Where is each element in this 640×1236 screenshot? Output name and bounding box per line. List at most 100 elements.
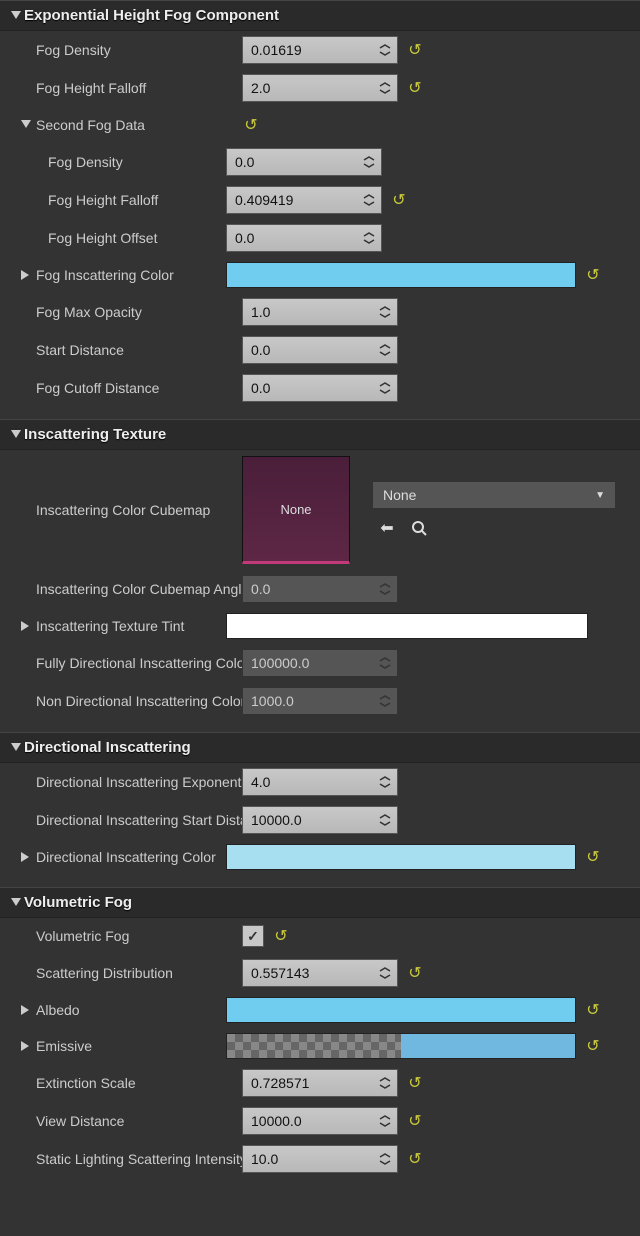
- fog-density-input[interactable]: 0.01619: [242, 36, 398, 64]
- reset-icon[interactable]: ↺: [272, 926, 290, 946]
- row-view-distance: View Distance 10000.0 ↺: [0, 1102, 640, 1140]
- browse-icon[interactable]: [408, 517, 430, 539]
- spinner-icon[interactable]: [361, 225, 377, 251]
- row-second-fog-data[interactable]: Second Fog Data ↺: [0, 107, 640, 143]
- second-fog-falloff-input[interactable]: 0.409419: [226, 186, 382, 214]
- expand-icon[interactable]: [20, 621, 32, 631]
- emissive-swatch[interactable]: [226, 1033, 576, 1059]
- row-non-directional: Non Directional Inscattering Color Dista…: [0, 682, 640, 720]
- row-second-fog-falloff: Fog Height Falloff 0.409419 ↺: [0, 181, 640, 219]
- section-title: Exponential Height Fog Component: [24, 7, 279, 24]
- label: Fog Density: [48, 154, 226, 170]
- non-directional-input: 1000.0: [242, 687, 398, 715]
- label: Fog Inscattering Color: [36, 267, 226, 283]
- reset-icon[interactable]: ↺: [406, 40, 424, 60]
- expand-icon[interactable]: [20, 852, 32, 862]
- label: Fog Height Falloff: [36, 80, 242, 96]
- fog-height-falloff-input[interactable]: 2.0: [242, 74, 398, 102]
- row-fog-inscattering-color: Fog Inscattering Color ↺: [0, 257, 640, 293]
- fog-max-opacity-input[interactable]: 1.0: [242, 298, 398, 326]
- label: Directional Inscattering Exponent: [36, 774, 242, 790]
- expand-icon[interactable]: [20, 1041, 32, 1051]
- label: Second Fog Data: [36, 117, 242, 133]
- reset-icon[interactable]: ↺: [242, 115, 260, 135]
- section-header-inscattering-texture[interactable]: Inscattering Texture: [0, 419, 640, 450]
- tint-color-swatch[interactable]: [226, 613, 588, 639]
- chevron-down-icon: ▼: [595, 490, 605, 501]
- start-distance-input[interactable]: 0.0: [242, 336, 398, 364]
- second-fog-offset-input[interactable]: 0.0: [226, 224, 382, 252]
- extinction-input[interactable]: 0.728571: [242, 1069, 398, 1097]
- row-second-fog-density: Fog Density 0.0: [0, 143, 640, 181]
- cubemap-thumbnail[interactable]: None: [242, 456, 350, 564]
- spinner-icon[interactable]: [377, 960, 393, 986]
- label: Non Directional Inscattering Color Dista…: [36, 693, 242, 709]
- volumetric-fog-checkbox[interactable]: ✓: [242, 925, 264, 947]
- use-selected-icon[interactable]: ⬅: [376, 517, 398, 539]
- expand-icon[interactable]: [20, 270, 32, 280]
- spinner-icon[interactable]: [361, 149, 377, 175]
- cubemap-dropdown[interactable]: None ▼: [372, 481, 616, 509]
- spinner-icon[interactable]: [361, 187, 377, 213]
- row-dir-exponent: Directional Inscattering Exponent 4.0: [0, 763, 640, 801]
- label: Volumetric Fog: [36, 928, 242, 944]
- expand-icon[interactable]: [20, 120, 32, 130]
- reset-icon[interactable]: ↺: [406, 78, 424, 98]
- spinner-icon[interactable]: [377, 769, 393, 795]
- label: View Distance: [36, 1113, 242, 1129]
- reset-icon[interactable]: ↺: [406, 1073, 424, 1093]
- cutoff-distance-input[interactable]: 0.0: [242, 374, 398, 402]
- label: Albedo: [36, 1002, 226, 1018]
- reset-icon[interactable]: ↺: [406, 1149, 424, 1169]
- reset-icon[interactable]: ↺: [584, 1000, 602, 1020]
- row-dir-color: Directional Inscattering Color ↺: [0, 839, 640, 875]
- section-header-fog[interactable]: Exponential Height Fog Component: [0, 0, 640, 31]
- reset-icon[interactable]: ↺: [390, 190, 408, 210]
- second-fog-density-input[interactable]: 0.0: [226, 148, 382, 176]
- fully-directional-input: 100000.0: [242, 649, 398, 677]
- dir-color-swatch[interactable]: [226, 844, 576, 870]
- cubemap-angle-input: 0.0: [242, 575, 398, 603]
- row-scattering-dist: Scattering Distribution 0.557143 ↺: [0, 954, 640, 992]
- dir-exponent-input[interactable]: 4.0: [242, 768, 398, 796]
- static-lighting-input[interactable]: 10.0: [242, 1145, 398, 1173]
- reset-icon[interactable]: ↺: [584, 265, 602, 285]
- reset-icon[interactable]: ↺: [584, 847, 602, 867]
- row-static-lighting: Static Lighting Scattering Intensity 10.…: [0, 1140, 640, 1178]
- scattering-dist-input[interactable]: 0.557143: [242, 959, 398, 987]
- reset-icon[interactable]: ↺: [584, 1036, 602, 1056]
- row-fully-directional: Fully Directional Inscattering Color Dis…: [0, 644, 640, 682]
- spinner-icon[interactable]: [377, 37, 393, 63]
- spinner-icon[interactable]: [377, 1146, 393, 1172]
- label: Directional Inscattering Start Distance: [36, 812, 242, 828]
- label: Inscattering Color Cubemap: [36, 502, 242, 518]
- spinner-icon[interactable]: [377, 1070, 393, 1096]
- section-header-directional[interactable]: Directional Inscattering: [0, 732, 640, 763]
- albedo-swatch[interactable]: [226, 997, 576, 1023]
- check-icon: ✓: [247, 928, 259, 945]
- label: Fog Cutoff Distance: [36, 380, 242, 396]
- label: Static Lighting Scattering Intensity: [36, 1151, 242, 1167]
- row-dir-start: Directional Inscattering Start Distance …: [0, 801, 640, 839]
- spinner-icon[interactable]: [377, 807, 393, 833]
- row-second-fog-offset: Fog Height Offset 0.0: [0, 219, 640, 257]
- spinner-icon[interactable]: [377, 337, 393, 363]
- expand-icon[interactable]: [20, 1005, 32, 1015]
- spinner-icon[interactable]: [377, 1108, 393, 1134]
- view-distance-input[interactable]: 10000.0: [242, 1107, 398, 1135]
- label: Fog Density: [36, 42, 242, 58]
- row-fog-height-falloff: Fog Height Falloff 2.0 ↺: [0, 69, 640, 107]
- label: Fog Max Opacity: [36, 304, 242, 320]
- dir-start-input[interactable]: 10000.0: [242, 806, 398, 834]
- spinner-icon[interactable]: [377, 375, 393, 401]
- collapse-icon: [10, 429, 22, 441]
- fog-inscattering-color-swatch[interactable]: [226, 262, 576, 288]
- reset-icon[interactable]: ↺: [406, 963, 424, 983]
- spinner-icon[interactable]: [377, 299, 393, 325]
- label: Inscattering Color Cubemap Angle: [36, 581, 242, 597]
- alpha-checker: [227, 1034, 401, 1058]
- row-inscattering-cubemap: Inscattering Color Cubemap None None ▼ ⬅: [0, 450, 640, 570]
- spinner-icon[interactable]: [377, 75, 393, 101]
- reset-icon[interactable]: ↺: [406, 1111, 424, 1131]
- section-header-volumetric[interactable]: Volumetric Fog: [0, 887, 640, 918]
